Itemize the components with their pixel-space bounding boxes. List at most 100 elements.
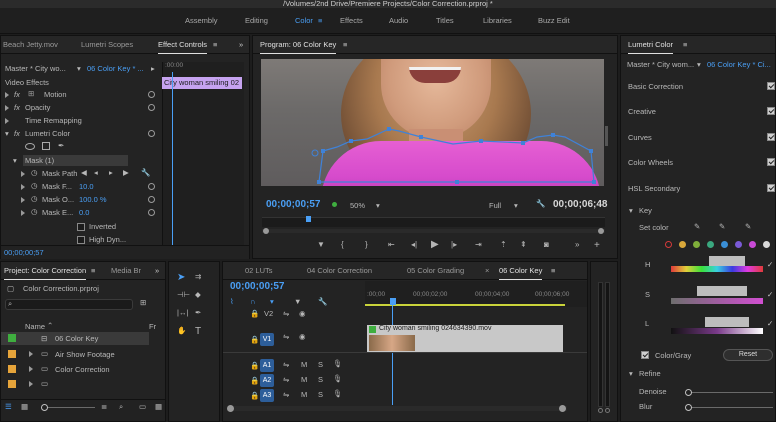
tab-04-color-correction[interactable]: 04 Color Correction bbox=[307, 266, 372, 275]
expand-time-remap-icon[interactable] bbox=[5, 118, 9, 124]
add-button-icon[interactable]: + bbox=[594, 240, 600, 251]
hue-visible-check-icon[interactable]: ✓ bbox=[767, 260, 773, 269]
workspace-editing[interactable]: Editing bbox=[245, 16, 268, 25]
collapse-refine-icon[interactable]: ▾ bbox=[629, 369, 633, 378]
expand-opacity-icon[interactable] bbox=[5, 105, 9, 111]
project-item-name[interactable]: Color Correction bbox=[55, 365, 110, 374]
lock-icon[interactable]: 🔒 bbox=[250, 309, 259, 318]
stopwatch-icon[interactable]: ◷ bbox=[31, 181, 38, 190]
eyedropper-icon[interactable]: ✎ bbox=[694, 222, 700, 231]
timeline-playhead[interactable] bbox=[392, 305, 393, 405]
find-icon[interactable]: ⌕ bbox=[119, 402, 123, 412]
saturation-slider[interactable] bbox=[671, 298, 763, 304]
tab-05-color-grading[interactable]: 05 Color Grading bbox=[407, 266, 464, 275]
chevron-right-icon[interactable]: » bbox=[155, 266, 159, 275]
solo-right-icon[interactable] bbox=[605, 408, 610, 413]
lock-icon[interactable]: 🔒 bbox=[250, 391, 259, 400]
scroll-handle-right[interactable] bbox=[559, 405, 566, 412]
new-bin-from-search-icon[interactable]: ⊞ bbox=[140, 298, 146, 307]
zoom-slider[interactable] bbox=[41, 407, 95, 408]
camera-icon[interactable]: ◙ bbox=[544, 240, 549, 249]
timeline-timecode[interactable]: 00;00;00;57 bbox=[230, 281, 284, 292]
track-target-a2[interactable]: A2 bbox=[260, 374, 274, 387]
chevron-down-icon[interactable]: ▾ bbox=[514, 201, 518, 210]
pen-icon[interactable]: ✒ bbox=[58, 141, 64, 150]
chevron-down-icon[interactable]: ▾ bbox=[77, 64, 81, 73]
reset-opacity-icon[interactable] bbox=[148, 104, 155, 111]
color-gray-checkbox[interactable] bbox=[641, 351, 649, 359]
lumetri-sequence-label[interactable]: 06 Color Key * Ci... bbox=[707, 60, 776, 69]
microphone-icon[interactable]: 🎙 bbox=[333, 374, 343, 383]
swatch-white[interactable] bbox=[763, 241, 770, 248]
luma-slider[interactable] bbox=[671, 328, 763, 334]
add-marker-icon[interactable]: ▾ bbox=[270, 297, 274, 306]
add-marker-icon[interactable]: ▼ bbox=[317, 240, 325, 249]
program-scrubber[interactable] bbox=[262, 217, 605, 227]
denoise-slider[interactable] bbox=[687, 392, 773, 393]
zoom-handle-right[interactable] bbox=[598, 228, 604, 234]
tab-02-luts[interactable]: 02 LUTs bbox=[245, 266, 273, 275]
solo-left-icon[interactable] bbox=[598, 408, 603, 413]
hsl-secondary-checkbox[interactable] bbox=[767, 184, 775, 192]
track-target-a3[interactable]: A3 bbox=[260, 389, 274, 402]
lift-icon[interactable]: ⇡ bbox=[500, 240, 507, 249]
expand-icon[interactable] bbox=[21, 197, 25, 203]
high-dynamic-checkbox[interactable] bbox=[77, 236, 85, 244]
expand-bin-icon[interactable] bbox=[29, 351, 33, 357]
workspace-titles[interactable]: Titles bbox=[436, 16, 454, 25]
eye-icon[interactable]: ◉ bbox=[299, 332, 306, 341]
reset-button[interactable]: Reset bbox=[723, 349, 773, 361]
tab-06-color-key[interactable]: 06 Color Key bbox=[499, 266, 543, 280]
program-video-frame[interactable] bbox=[261, 59, 604, 186]
expand-icon[interactable] bbox=[21, 184, 25, 190]
tab-lumetri-scopes[interactable]: Lumetri Scopes bbox=[81, 40, 133, 49]
swatch-magenta[interactable] bbox=[749, 241, 756, 248]
collapse-key-icon[interactable]: ▾ bbox=[629, 206, 633, 215]
program-zoom-bar[interactable] bbox=[262, 229, 605, 233]
step-forward-icon[interactable]: |▸ bbox=[451, 240, 457, 249]
mute-button[interactable]: M bbox=[301, 360, 307, 369]
effect-controls-timecode[interactable]: 00;00;00;57 bbox=[4, 248, 44, 257]
quality-select[interactable]: Full bbox=[489, 201, 501, 210]
wrench-icon[interactable]: 🔧 bbox=[141, 168, 150, 177]
mask-path-overlay[interactable] bbox=[261, 59, 604, 186]
inverted-checkbox[interactable] bbox=[77, 223, 85, 231]
selection-tool-icon[interactable]: ➤ bbox=[177, 272, 185, 283]
pen-tool-icon[interactable]: ✒ bbox=[195, 308, 201, 317]
swatch-red[interactable] bbox=[665, 241, 672, 248]
hamburger-icon[interactable]: ≡ bbox=[343, 40, 347, 49]
timeline-marker-icon[interactable]: ▼ bbox=[294, 297, 301, 306]
mask-opacity-value[interactable]: 100.0 % bbox=[79, 195, 107, 204]
hamburger-icon[interactable]: ≡ bbox=[551, 266, 555, 275]
expand-icon[interactable] bbox=[21, 171, 25, 177]
zoom-handle-left[interactable] bbox=[263, 228, 269, 234]
section-basic-correction[interactable]: Basic Correction bbox=[628, 82, 683, 91]
track-target-v1[interactable]: V1 bbox=[260, 333, 274, 346]
solo-button[interactable]: S bbox=[318, 390, 323, 399]
type-tool-icon[interactable]: T bbox=[195, 326, 201, 337]
mask-expansion-value[interactable]: 0.0 bbox=[79, 208, 89, 217]
swatch-orange[interactable] bbox=[679, 241, 686, 248]
track-backward-icon[interactable]: ◀ bbox=[81, 168, 87, 177]
stopwatch-icon[interactable]: ◷ bbox=[31, 168, 38, 177]
track-forward-icon[interactable]: ▶ bbox=[123, 168, 129, 177]
ellipse-mask-icon[interactable] bbox=[25, 143, 35, 150]
icon-view-icon[interactable]: ▦ bbox=[21, 402, 28, 411]
tab-media-browser[interactable]: Media Br bbox=[111, 266, 141, 275]
stopwatch-icon[interactable]: ◷ bbox=[31, 207, 38, 216]
master-clip-label[interactable]: Master * City wo... bbox=[5, 64, 77, 73]
denoise-knob[interactable] bbox=[685, 389, 692, 396]
razor-tool-icon[interactable]: ◆ bbox=[195, 290, 201, 299]
step-back-icon[interactable]: ◂| bbox=[411, 240, 417, 249]
blur-knob[interactable] bbox=[685, 404, 692, 411]
section-color-wheels[interactable]: Color Wheels bbox=[628, 158, 673, 167]
button-editor-icon[interactable]: » bbox=[575, 240, 579, 249]
reset-feather-icon[interactable] bbox=[148, 183, 155, 190]
track-target-a1[interactable]: A1 bbox=[260, 359, 274, 372]
collapse-mask-icon[interactable]: ▾ bbox=[13, 156, 17, 165]
new-bin-icon[interactable]: ▭ bbox=[139, 402, 146, 411]
snap-icon[interactable]: ⌇ bbox=[230, 297, 234, 306]
go-to-out-icon[interactable]: ⇥ bbox=[475, 240, 482, 249]
basic-correction-checkbox[interactable] bbox=[767, 82, 775, 90]
solo-button[interactable]: S bbox=[318, 360, 323, 369]
